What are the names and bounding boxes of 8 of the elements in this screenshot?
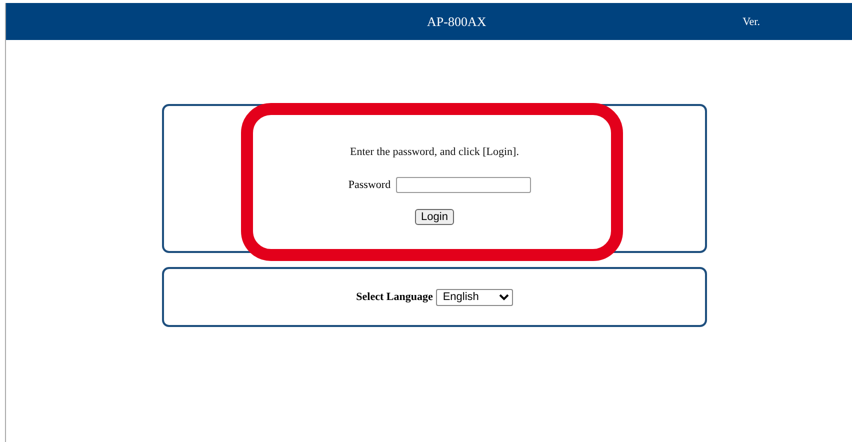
device-title: AP-800AX [427, 14, 486, 30]
language-label: Select Language [356, 291, 433, 303]
language-select[interactable]: English [436, 288, 513, 306]
password-field[interactable] [396, 177, 531, 193]
login-button[interactable]: Login [415, 209, 454, 225]
version-label: Ver. [742, 16, 760, 28]
instruction-text: Enter the password, and click [Login]. [350, 146, 519, 158]
password-label: Password [348, 179, 391, 191]
